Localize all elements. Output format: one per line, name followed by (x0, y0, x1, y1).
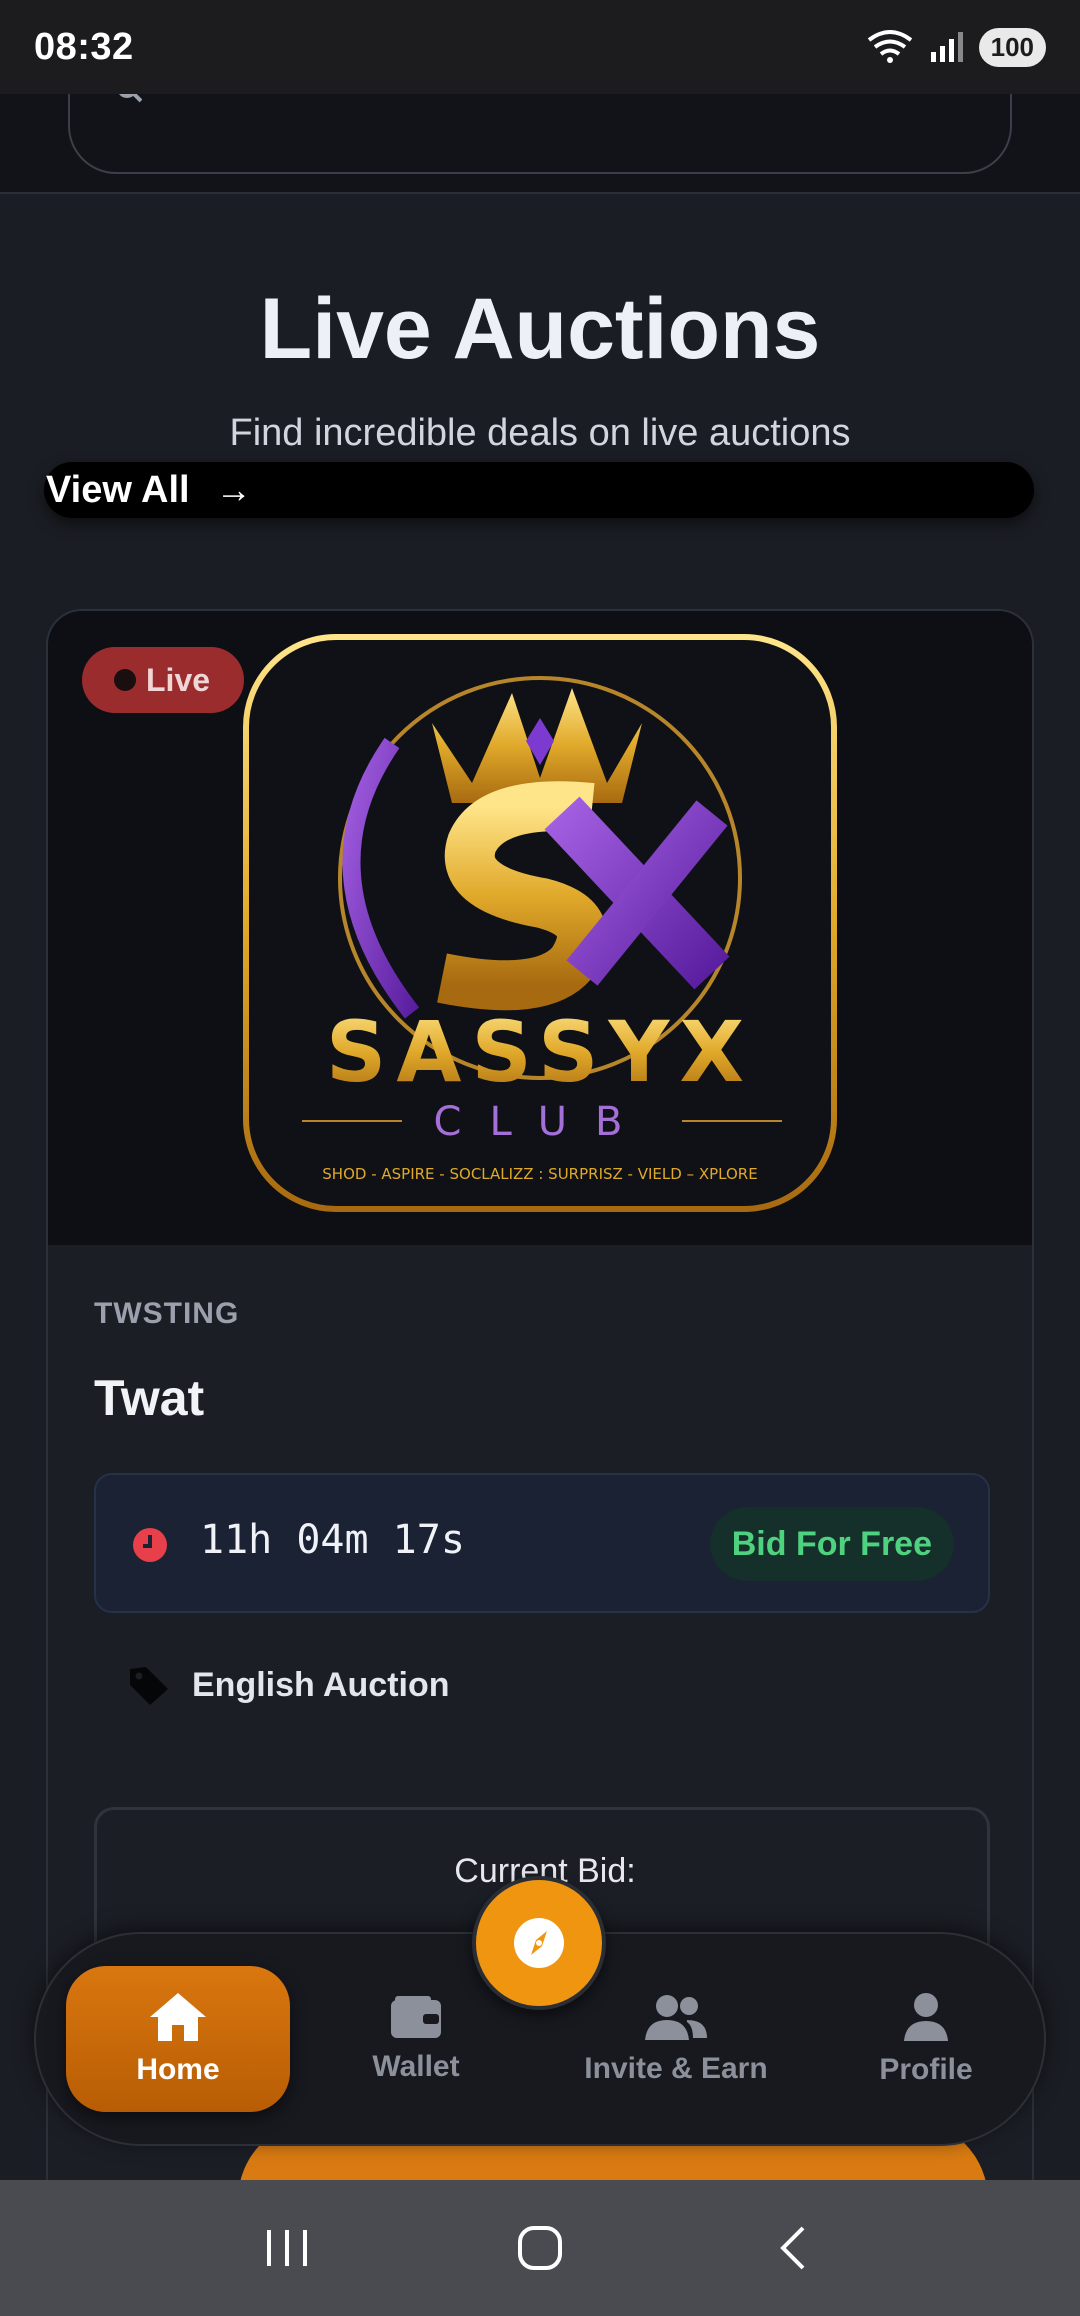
live-badge: Live (82, 647, 244, 713)
nav-home[interactable]: Home (66, 1966, 290, 2112)
nav-wallet[interactable]: Wallet (326, 1966, 506, 2112)
nav-home-label: Home (136, 2053, 220, 2086)
nav-wallet-label: Wallet (372, 2050, 460, 2083)
view-all-button[interactable]: View All → (44, 462, 1034, 518)
hero-section: Live Auctions Find incredible deals on l… (0, 194, 1080, 584)
countdown-timer: 11h 04m 17s (200, 1517, 465, 1563)
tag-icon (130, 1667, 168, 1705)
nav-profile-label: Profile (879, 2053, 973, 2086)
recent-apps-button[interactable] (257, 2218, 317, 2278)
live-dot-icon (114, 669, 136, 691)
battery-indicator: 100 (978, 27, 1046, 67)
person-icon (904, 1993, 948, 2041)
page-title: Live Auctions (259, 281, 821, 377)
explore-fab[interactable] (472, 1876, 606, 2010)
auction-title: Twat (94, 1370, 205, 1426)
back-chevron-icon (780, 2226, 805, 2270)
auction-image: Live SASSYX CLUB SHOD - ASPIRE - SOCLALI… (48, 611, 1032, 1245)
users-icon (645, 1995, 707, 2040)
bid-for-free-badge: Bid For Free (709, 1507, 954, 1581)
page-subtitle: Find incredible deals on live auctions (229, 412, 851, 454)
view-all-label: View All (46, 468, 190, 511)
logo-tagline: SHOD - ASPIRE - SOCLALIZZ : SURPRISZ - V… (322, 1165, 757, 1183)
back-button[interactable] (763, 2218, 823, 2278)
auction-type: English Auction (128, 1665, 450, 1705)
home-system-button[interactable] (510, 2218, 570, 2278)
recent-apps-icon (266, 2230, 307, 2266)
status-bar: 08:32 100 (0, 0, 1080, 94)
system-nav-bar (0, 2180, 1080, 2316)
wallet-icon (391, 1996, 441, 2038)
live-label: Live (146, 661, 211, 698)
compass-icon (514, 1918, 564, 1968)
countdown-box: 11h 04m 17s Bid For Free (94, 1473, 990, 1613)
search-area (0, 74, 1080, 194)
logo-brand: SASSYX (326, 1003, 754, 1101)
signal-icon (930, 32, 963, 62)
auction-category: TWSTING (94, 1297, 240, 1330)
sassyx-club-logo: SASSYX CLUB SHOD - ASPIRE - SOCLALIZZ : … (243, 634, 837, 1212)
nav-invite-label: Invite & Earn (584, 2052, 768, 2085)
nav-invite-earn[interactable]: Invite & Earn (556, 1966, 796, 2112)
status-icons: 100 (865, 27, 1046, 67)
auction-type-label: English Auction (192, 1665, 450, 1704)
arrow-right-icon: → (215, 469, 252, 510)
nav-profile[interactable]: Profile (826, 1966, 1026, 2112)
home-circle-icon (517, 2226, 562, 2270)
status-time: 08:32 (34, 25, 134, 68)
logo-sub: CLUB (434, 1099, 651, 1145)
wifi-icon (867, 30, 912, 63)
clock-icon (133, 1528, 167, 1562)
home-icon (150, 1993, 206, 2041)
